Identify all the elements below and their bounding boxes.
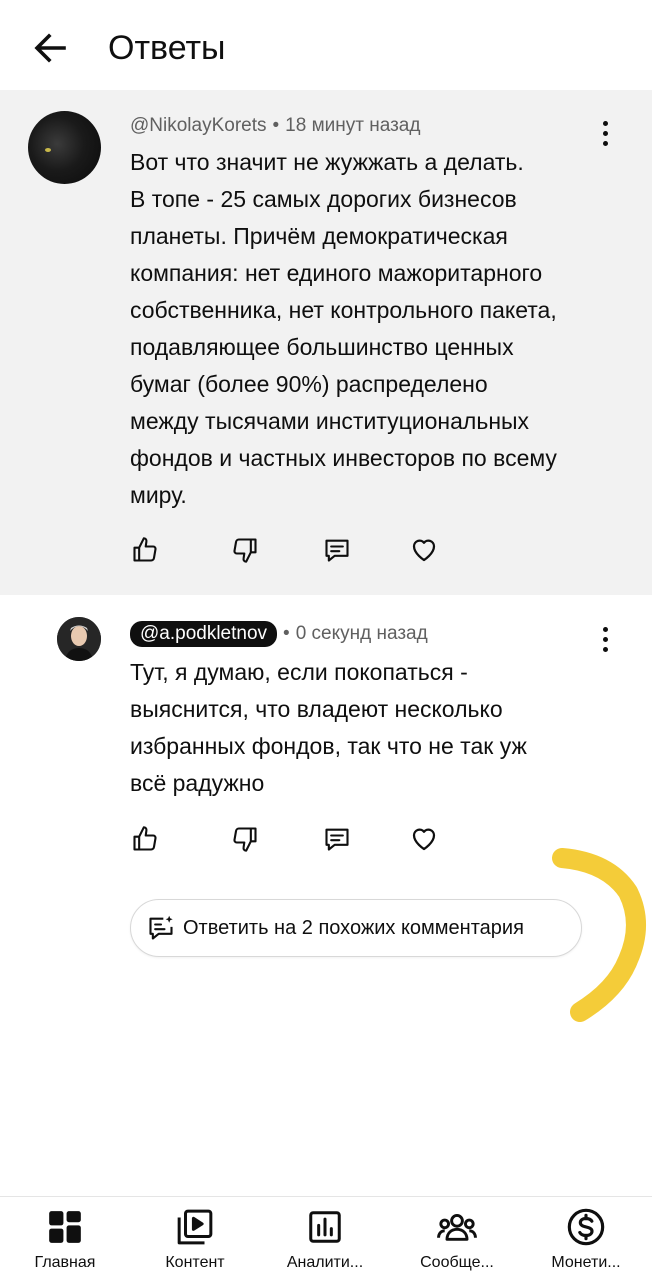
app-header: Ответы xyxy=(0,0,652,90)
nav-monetization[interactable]: Монети... xyxy=(521,1197,651,1280)
nav-label: Сообще... xyxy=(420,1254,494,1271)
reply-button[interactable] xyxy=(322,535,352,565)
reply-similar-comments-button[interactable]: Ответить на 2 похожих комментария xyxy=(130,899,582,957)
page-title: Ответы xyxy=(108,29,226,67)
comment-meta: @a.podkletnov • 0 секунд назад xyxy=(130,621,428,647)
comment-text: Тут, я думаю, если покопаться - выяснитс… xyxy=(130,659,527,796)
nav-home[interactable]: Главная xyxy=(0,1197,130,1280)
bottom-navigation: Главная Контент Аналити... Сообще... Мон… xyxy=(0,1196,652,1280)
monetization-icon xyxy=(567,1208,605,1246)
reply-button[interactable] xyxy=(322,824,352,854)
reply-similar-label: Ответить на 2 похожих комментария xyxy=(183,916,524,939)
author-handle-badge[interactable]: @a.podkletnov xyxy=(130,621,278,647)
arrow-back-icon xyxy=(34,33,66,63)
content-library-icon xyxy=(177,1209,213,1245)
comment-text: Вот что значит не жужжать а делать. В то… xyxy=(130,149,557,508)
comment-actions xyxy=(130,824,460,860)
like-button[interactable] xyxy=(130,535,160,565)
avatar-photo-icon xyxy=(57,617,101,661)
nav-label: Монети... xyxy=(551,1254,621,1271)
heart-icon xyxy=(412,539,436,562)
thumbs-up-icon xyxy=(133,826,157,851)
heart-button[interactable] xyxy=(409,535,439,565)
heart-icon xyxy=(412,828,436,851)
dislike-button[interactable] xyxy=(230,824,260,854)
community-icon xyxy=(437,1214,477,1241)
thumbs-down-icon xyxy=(233,538,257,563)
home-grid-icon xyxy=(49,1211,81,1243)
back-button[interactable] xyxy=(28,26,72,70)
comment-actions xyxy=(130,535,460,571)
parent-comment: @NikolayKorets • 18 минут назад Вот что зн… xyxy=(0,90,652,595)
comment-time: 0 секунд назад xyxy=(295,623,428,644)
nav-label: Аналити... xyxy=(286,1254,364,1271)
more-options-button[interactable] xyxy=(593,619,617,659)
nav-content[interactable]: Контент xyxy=(130,1197,260,1280)
author-handle[interactable]: @NikolayKorets xyxy=(130,115,267,136)
thumbs-up-icon xyxy=(133,537,157,562)
avatar[interactable] xyxy=(57,617,101,661)
comment-icon xyxy=(325,539,349,562)
nav-label: Главная xyxy=(34,1254,96,1271)
analytics-icon xyxy=(309,1211,341,1243)
nav-analytics[interactable]: Аналити... xyxy=(260,1197,390,1280)
avatar[interactable] xyxy=(28,111,101,184)
nav-label: Контент xyxy=(165,1254,225,1271)
comment-meta: @NikolayKorets • 18 минут назад xyxy=(130,115,421,136)
comment-time: 18 минут назад xyxy=(285,115,421,136)
dislike-button[interactable] xyxy=(230,535,260,565)
thumbs-down-icon xyxy=(233,827,257,852)
comment-sparkle-icon xyxy=(149,915,173,940)
nav-community[interactable]: Сообще... xyxy=(392,1197,522,1280)
like-button[interactable] xyxy=(130,824,160,854)
comment-icon xyxy=(325,828,349,851)
heart-button[interactable] xyxy=(409,824,439,854)
highlight-stroke xyxy=(552,848,646,1022)
